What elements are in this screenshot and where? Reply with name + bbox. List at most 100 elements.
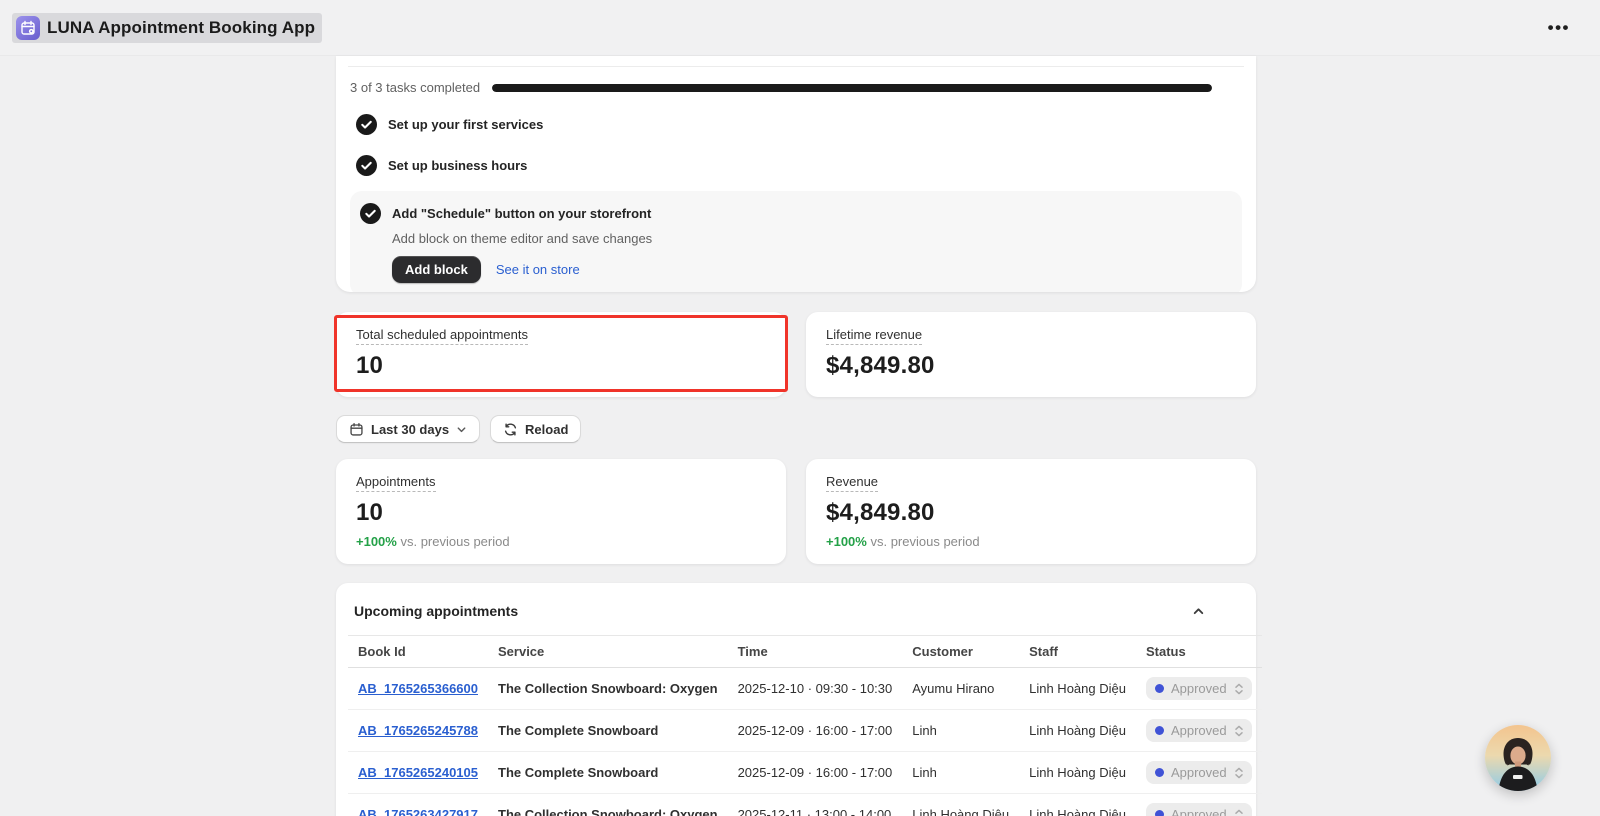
stat-value: $4,849.80 xyxy=(826,352,1236,380)
date-range-label: Last 30 days xyxy=(371,422,449,437)
lifetime-revenue-card: Lifetime revenue $4,849.80 xyxy=(806,312,1256,397)
customer-cell: Ayumu Hirano xyxy=(902,668,1019,710)
status-dot-icon xyxy=(1155,768,1164,777)
page-title: LUNA Appointment Booking App xyxy=(47,18,315,38)
status-select[interactable]: Approved xyxy=(1146,677,1252,700)
select-caret-icon xyxy=(1234,724,1244,738)
status-cell: Approved xyxy=(1136,668,1262,710)
table-row: AB_1765265240105 The Complete Snowboard20… xyxy=(348,752,1262,794)
task-label: Set up your first services xyxy=(388,117,543,132)
stat-value: $4,849.80 xyxy=(826,499,1236,527)
stat-value: 10 xyxy=(356,499,766,527)
book-id-cell: AB_1765265366600 xyxy=(348,668,488,710)
book-id-link[interactable]: AB_1765265245788 xyxy=(358,723,478,738)
status-cell: Approved xyxy=(1136,752,1262,794)
section-title: Upcoming appointments xyxy=(354,603,518,619)
stat-title: Revenue xyxy=(826,474,878,492)
setup-guide-card: 3 of 3 tasks completed Set up your first… xyxy=(336,56,1256,292)
book-id-cell: AB_1765265245788 xyxy=(348,710,488,752)
add-block-button[interactable]: Add block xyxy=(392,256,481,283)
time-cell: 2025-12-09 · 16:00 - 17:00 xyxy=(728,752,903,794)
staff-cell: Linh Hoàng Diệu xyxy=(1019,794,1136,816)
appointments-table-body: AB_1765265366600 The Collection Snowboard… xyxy=(348,668,1262,816)
service-cell: The Collection Snowboard: Oxygen xyxy=(488,794,728,816)
progress-bar xyxy=(492,84,1212,92)
status-select[interactable]: Approved xyxy=(1146,761,1252,784)
time-cell: 2025-12-10 · 09:30 - 10:30 xyxy=(728,668,903,710)
select-caret-icon xyxy=(1234,682,1244,696)
table-row: AB_1765263427917 The Collection Snowboard… xyxy=(348,794,1262,816)
service-cell: The Complete Snowboard xyxy=(488,710,728,752)
task-label: Add "Schedule" button on your storefront xyxy=(392,206,651,221)
status-label: Approved xyxy=(1171,765,1227,780)
status-dot-icon xyxy=(1155,684,1164,693)
top-bar: LUNA Appointment Booking App ••• xyxy=(0,0,1600,56)
overflow-menu-icon[interactable]: ••• xyxy=(1548,19,1570,36)
delta-suffix: vs. previous period xyxy=(400,534,509,549)
task-header[interactable]: Add "Schedule" button on your storefront xyxy=(360,203,1232,224)
column-header-book-id: Book Id xyxy=(348,636,488,668)
book-id-link[interactable]: AB_1765265366600 xyxy=(358,681,478,696)
main-content: 3 of 3 tasks completed Set up your first… xyxy=(336,56,1256,816)
table-row: AB_1765265366600The Collection Snowboard… xyxy=(348,668,1262,710)
task-actions: Add block See it on store xyxy=(392,256,1232,283)
app-logo-icon xyxy=(16,16,40,40)
book-id-cell: AB_1765263427917 xyxy=(348,794,488,816)
task-item-schedule-button: Add "Schedule" button on your storefront… xyxy=(350,191,1242,292)
book-id-link[interactable]: AB_1765265240105 xyxy=(358,765,478,780)
appointments-stat-card: Appointments 10 +100% vs. previous perio… xyxy=(336,459,786,564)
period-stats-row: Appointments 10 +100% vs. previous perio… xyxy=(336,459,1256,564)
reload-button[interactable]: Reload xyxy=(490,415,581,443)
status-select[interactable]: Approved xyxy=(1146,719,1252,742)
column-header-staff: Staff xyxy=(1019,636,1136,668)
select-caret-icon xyxy=(1234,766,1244,780)
app-title-highlight: LUNA Appointment Booking App xyxy=(12,13,322,43)
card-divider xyxy=(348,66,1244,67)
total-scheduled-appointments-card: Total scheduled appointments 10 xyxy=(336,312,786,397)
revenue-stat-card: Revenue $4,849.80 +100% vs. previous per… xyxy=(806,459,1256,564)
book-id-link[interactable]: AB_1765263427917 xyxy=(358,807,478,816)
header-row: Book IdServiceTimeCustomerStaffStatus xyxy=(348,636,1262,668)
status-cell: Approved xyxy=(1136,794,1262,816)
status-cell: Approved xyxy=(1136,710,1262,752)
service-cell: The Complete Snowboard xyxy=(488,752,728,794)
delta-percent: +100% xyxy=(826,534,867,549)
delta-suffix: vs. previous period xyxy=(870,534,979,549)
task-label: Set up business hours xyxy=(388,158,527,173)
presenter-avatar xyxy=(1485,725,1551,791)
customer-cell: Linh xyxy=(902,752,1019,794)
check-circle-icon xyxy=(356,114,377,135)
stat-value: 10 xyxy=(356,352,766,380)
upcoming-appointments-card: Upcoming appointments Book IdServiceTime… xyxy=(336,583,1256,816)
table-header-bar: Upcoming appointments xyxy=(348,599,1244,623)
task-description: Add block on theme editor and save chang… xyxy=(392,231,1232,246)
presenter-video-bubble[interactable] xyxy=(1485,725,1551,791)
time-cell: 2025-12-09 · 16:00 - 17:00 xyxy=(728,710,903,752)
column-header-service: Service xyxy=(488,636,728,668)
stat-delta: +100% vs. previous period xyxy=(356,534,766,549)
task-item-services[interactable]: Set up your first services xyxy=(348,112,1244,136)
appointments-table: Book IdServiceTimeCustomerStaffStatus AB… xyxy=(348,635,1262,816)
delta-percent: +100% xyxy=(356,534,397,549)
see-it-on-store-link[interactable]: See it on store xyxy=(496,262,580,277)
stat-title: Appointments xyxy=(356,474,436,492)
reload-icon xyxy=(503,422,518,437)
time-cell: 2025-12-11 · 13:00 - 14:00 xyxy=(728,794,903,816)
reload-label: Reload xyxy=(525,422,568,437)
collapse-section-button[interactable] xyxy=(1186,599,1210,623)
customer-cell: Linh xyxy=(902,710,1019,752)
status-select[interactable]: Approved xyxy=(1146,803,1252,816)
book-id-cell: AB_1765265240105 xyxy=(348,752,488,794)
status-label: Approved xyxy=(1171,681,1227,696)
stat-title: Total scheduled appointments xyxy=(356,327,528,345)
chevron-down-icon xyxy=(456,424,467,435)
stat-delta: +100% vs. previous period xyxy=(826,534,1236,549)
check-circle-icon xyxy=(356,155,377,176)
table-row: AB_1765265245788 The Complete Snowboard20… xyxy=(348,710,1262,752)
check-circle-icon xyxy=(360,203,381,224)
task-item-business-hours[interactable]: Set up business hours xyxy=(348,153,1244,177)
date-range-button[interactable]: Last 30 days xyxy=(336,415,480,443)
staff-cell: Linh Hoàng Diệu xyxy=(1019,668,1136,710)
status-dot-icon xyxy=(1155,726,1164,735)
select-caret-icon xyxy=(1234,808,1244,816)
